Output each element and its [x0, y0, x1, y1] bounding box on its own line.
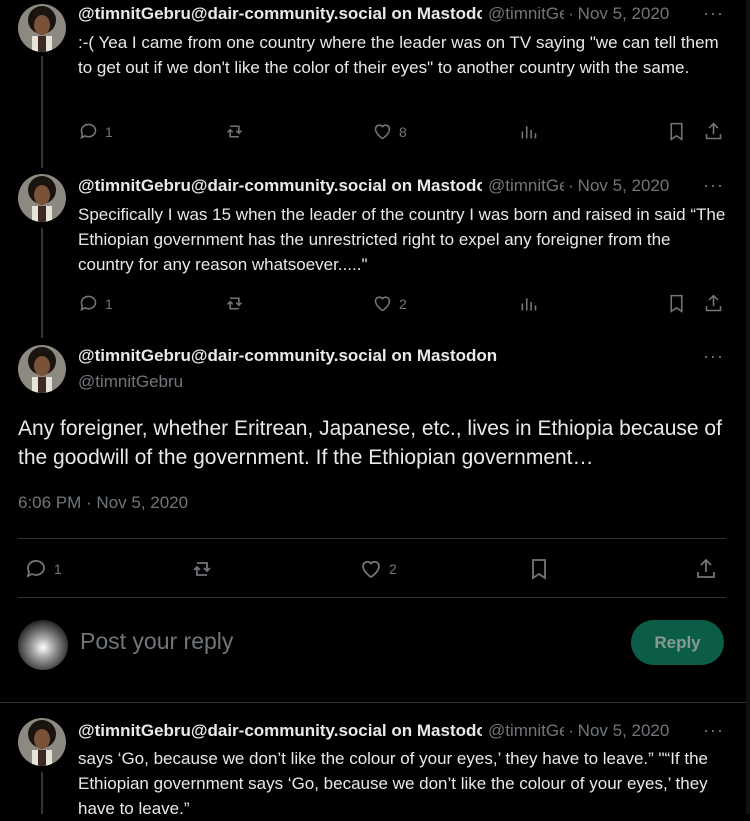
tweet-actions: 1 8	[78, 121, 728, 143]
tweet-header: @timnitGebru@dair-community.social on Ma…	[78, 175, 722, 197]
tweet-actions: 1 2	[78, 293, 728, 315]
more-options-button[interactable]: ···	[703, 3, 724, 24]
bookmark-icon	[670, 294, 683, 313]
more-options-button[interactable]: ···	[703, 175, 724, 196]
reply-submit-button[interactable]: Reply	[631, 620, 724, 665]
tweet-header: @timnitGebru@dair-community.social on Ma…	[78, 720, 722, 742]
more-options-button[interactable]: ···	[703, 346, 724, 367]
bookmark-button[interactable]	[666, 121, 687, 142]
share-icon	[705, 294, 722, 312]
avatar[interactable]	[18, 345, 66, 393]
heart-icon	[374, 124, 391, 140]
divider	[18, 538, 726, 539]
views-button[interactable]	[518, 121, 539, 142]
tweet-date[interactable]: Nov 5, 2020	[578, 720, 670, 742]
author-handle[interactable]: @timnitGebru	[488, 720, 564, 742]
share-button[interactable]	[703, 293, 724, 314]
reply-icon	[80, 123, 97, 140]
reply-icon	[26, 560, 45, 578]
repost-icon	[226, 125, 243, 138]
tweet-header: @timnitGebru@dair-community.social on Ma…	[78, 3, 722, 25]
author-handle[interactable]: @timnitGebru	[78, 372, 183, 392]
thread-line	[41, 228, 43, 338]
tweet-timestamp[interactable]: 6:06 PM · Nov 5, 2020	[18, 493, 188, 513]
repost-button[interactable]	[224, 293, 245, 314]
bookmark-button[interactable]	[527, 557, 551, 581]
like-count: 8	[399, 123, 407, 140]
bookmark-icon	[670, 122, 683, 141]
author-name[interactable]: @timnitGebru@dair-community.social on Ma…	[78, 175, 482, 197]
like-button[interactable]: 2	[359, 557, 397, 581]
heart-icon	[362, 560, 380, 579]
views-button[interactable]	[518, 293, 539, 314]
views-icon	[521, 126, 537, 139]
share-button[interactable]	[703, 121, 724, 142]
reply-button[interactable]: 1	[78, 121, 113, 142]
bookmark-icon	[532, 559, 546, 580]
thread-line	[41, 772, 43, 814]
reply-button[interactable]: 1	[24, 557, 62, 581]
author-name[interactable]: @timnitGebru@dair-community.social on Ma…	[78, 346, 497, 366]
reply-count: 1	[105, 123, 113, 140]
reply-button[interactable]: 1	[78, 293, 113, 314]
tweet-text: says ‘Go, because we don’t like the colo…	[78, 749, 709, 818]
main-tweet-actions: 1 2	[24, 557, 724, 581]
avatar[interactable]	[18, 4, 66, 52]
separator-dot: ·	[568, 721, 574, 740]
divider	[0, 702, 746, 703]
reply-input[interactable]: Post your reply	[80, 628, 233, 655]
tweet-text: :-( Yea I came from one country where th…	[78, 33, 719, 77]
repost-button[interactable]	[190, 557, 214, 581]
repost-icon	[193, 562, 211, 576]
reply-icon	[80, 295, 97, 312]
divider	[18, 597, 726, 598]
avatar[interactable]	[18, 620, 68, 670]
heart-icon	[374, 296, 391, 312]
separator-dot: ·	[568, 176, 574, 195]
share-icon	[705, 122, 722, 140]
repost-button[interactable]	[224, 121, 245, 142]
reply-count: 1	[105, 295, 113, 312]
thread-line	[41, 56, 43, 168]
like-button[interactable]: 2	[372, 293, 407, 314]
share-button[interactable]	[694, 557, 718, 581]
tweet-date[interactable]: Nov 5, 2020	[578, 175, 670, 197]
avatar[interactable]	[18, 718, 66, 766]
avatar[interactable]	[18, 174, 66, 222]
tweet-date[interactable]: Nov 5, 2020	[578, 3, 670, 25]
views-icon	[521, 298, 537, 311]
reply-count: 1	[54, 561, 62, 577]
bookmark-button[interactable]	[666, 293, 687, 314]
tweet-text: Specifically I was 15 when the leader of…	[78, 205, 726, 274]
author-name[interactable]: @timnitGebru@dair-community.social on Ma…	[78, 3, 482, 25]
author-name[interactable]: @timnitGebru@dair-community.social on Ma…	[78, 720, 482, 742]
author-handle[interactable]: @timnitGebru	[488, 175, 564, 197]
share-icon	[697, 558, 715, 578]
like-count: 2	[399, 295, 407, 312]
tweet-text: Any foreigner, whether Eritrean, Japanes…	[18, 417, 722, 469]
author-handle[interactable]: @timnitGebru	[488, 3, 564, 25]
like-count: 2	[389, 561, 397, 577]
scrollbar[interactable]	[746, 0, 750, 814]
separator-dot: ·	[568, 4, 574, 23]
like-button[interactable]: 8	[372, 121, 407, 142]
more-options-button[interactable]: ···	[703, 720, 724, 741]
repost-icon	[226, 297, 243, 310]
